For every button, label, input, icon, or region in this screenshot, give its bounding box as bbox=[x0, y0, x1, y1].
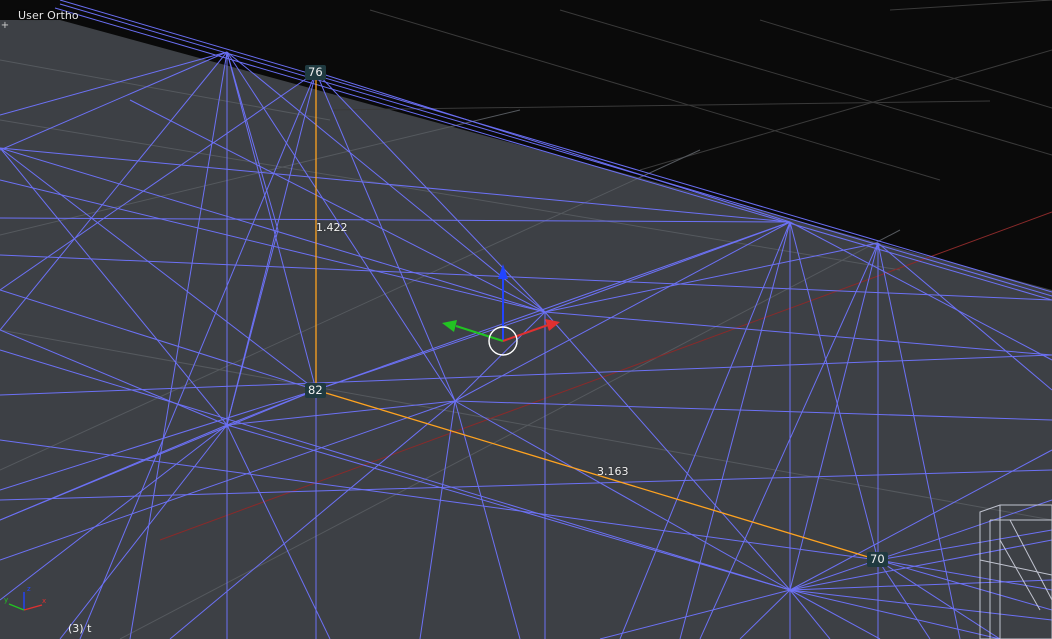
ground-plane bbox=[0, 20, 1052, 639]
3d-viewport[interactable]: z y x User Ortho + 76 82 70 1.422 3.163 … bbox=[0, 0, 1052, 639]
vertex-index-badge: 76 bbox=[305, 65, 326, 80]
vertex-index-badge: 82 bbox=[305, 383, 326, 398]
edge-length-label: 3.163 bbox=[597, 465, 629, 478]
mesh-wireframe[interactable]: z y x bbox=[0, 0, 1052, 639]
frame-object-info: (3) t bbox=[68, 622, 92, 635]
svg-text:z: z bbox=[27, 585, 31, 593]
view-mode-label: User Ortho bbox=[18, 9, 79, 22]
add-widget-button[interactable]: + bbox=[0, 21, 10, 31]
vertex-index-badge: 70 bbox=[867, 552, 888, 567]
svg-text:y: y bbox=[4, 596, 8, 604]
svg-text:x: x bbox=[42, 597, 46, 605]
edge-length-label: 1.422 bbox=[316, 221, 348, 234]
